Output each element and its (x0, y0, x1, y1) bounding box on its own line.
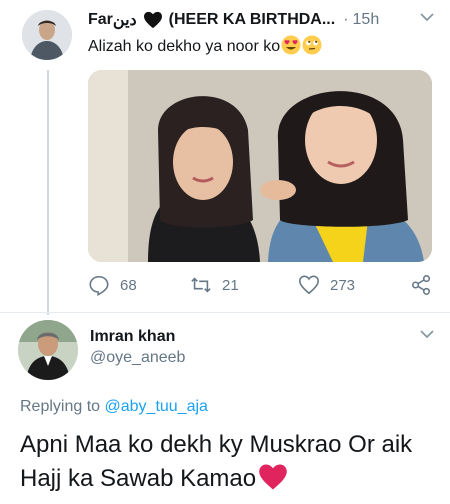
author-name[interactable]: Far (88, 11, 113, 29)
thread-line (47, 70, 49, 315)
reply-count: 68 (120, 276, 137, 294)
tweet-photo[interactable] (88, 70, 432, 262)
timestamp[interactable]: 15h (353, 11, 380, 29)
avatar[interactable] (18, 320, 78, 380)
rolling-eyes-emoji (302, 35, 322, 55)
share-action[interactable] (410, 274, 432, 296)
replying-mention[interactable]: @aby_tuu_aja (105, 398, 208, 415)
reply-text: Apni Maa ko dekh ky Muskrao Or aik Hajj … (20, 428, 440, 496)
author-suffix: (HEER KA BIRTHDA... (168, 11, 336, 28)
like-icon (299, 275, 319, 295)
share-icon (411, 275, 431, 295)
reply-author-handle[interactable]: @oye_aneeb (90, 349, 185, 367)
reply-action[interactable]: 68 (88, 274, 137, 296)
heart-black-icon (143, 11, 163, 29)
chevron-down-icon[interactable] (418, 325, 436, 343)
tweet-text: Alizah ko dekho ya noor ko (88, 35, 322, 56)
divider (0, 312, 450, 313)
retweet-icon (191, 277, 211, 293)
reply-text-body: Apni Maa ko dekh ky Muskrao Or aik Hajj … (20, 431, 413, 492)
like-action[interactable]: 273 (298, 274, 355, 296)
reply-icon (89, 275, 109, 296)
chevron-down-icon[interactable] (418, 8, 436, 26)
author-name-urdu: دین (112, 12, 137, 29)
tweet-header: Far دین (HEER KA BIRTHDA... · 15h (88, 9, 438, 31)
retweet-count: 21 (222, 276, 239, 294)
like-count: 273 (330, 276, 356, 294)
replying-to: Replying to @aby_tuu_aja (20, 398, 208, 416)
tweet-actions: 68 21 273 (88, 274, 432, 298)
retweet-action[interactable]: 21 (190, 274, 239, 296)
tweet-text-body: Alizah ko dekho ya noor ko (88, 38, 281, 55)
reply-author-name[interactable]: Imran khan (90, 328, 175, 346)
heart-eyes-emoji (281, 35, 301, 55)
avatar[interactable] (22, 10, 72, 60)
replying-prefix: Replying to (20, 398, 101, 415)
separator: · (343, 11, 349, 28)
red-heart-emoji (258, 463, 288, 491)
